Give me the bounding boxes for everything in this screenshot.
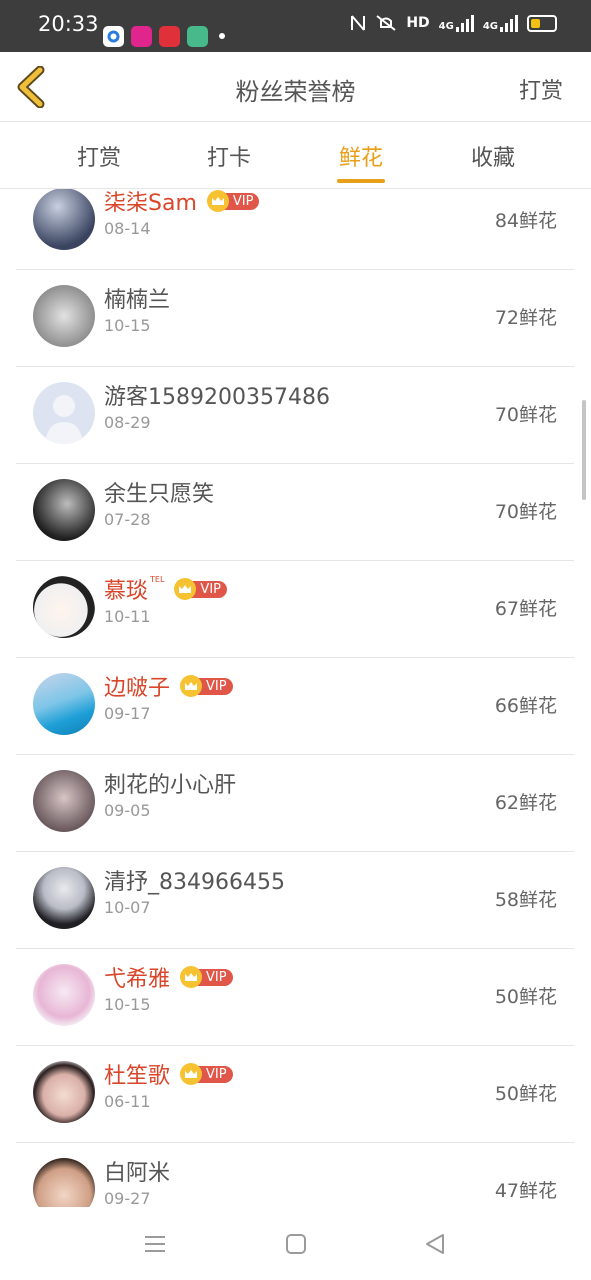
user-name: 余生只愿笑 [104,482,215,507]
user-name: 柒柒Sam VIP [104,189,260,217]
user-date: 07-28 [104,510,151,529]
avatar [33,479,95,541]
crown-icon [180,675,203,697]
list-item[interactable]: 刺花的小心肝 09-05 62鲜花 [16,754,574,852]
avatar [33,576,95,638]
user-name: 边啵子 VIP [104,670,233,702]
user-date: 10-15 [104,995,151,1014]
tab-checkin[interactable]: 打卡 [169,140,289,172]
flower-count: 72鲜花 [494,307,557,329]
status-bar: 20:33 HD 4G 4G [0,0,591,52]
list-item[interactable]: 白阿米 09-27 47鲜花 [16,1142,574,1207]
video-app-icon [131,26,152,47]
flower-count: 62鲜花 [494,792,557,814]
browser-app-icon [103,26,124,47]
avatar [33,189,95,250]
flower-count: 50鲜花 [494,986,557,1008]
user-name: 楠楠兰 [104,288,171,313]
signal-icon [500,14,518,32]
home-icon[interactable] [283,1231,309,1257]
hd-label: HD [406,15,430,31]
status-indicators: HD 4G 4G [350,14,557,32]
menu-icon[interactable] [142,1231,168,1257]
app-header: 粉丝荣誉榜 打赏 [0,52,591,122]
avatar [33,964,95,1026]
user-name: 弋希雅 VIP [104,961,233,993]
avatar [33,285,95,347]
list-item[interactable]: 游客1589200357486 08-29 70鲜花 [16,366,574,464]
signal-icon [455,14,474,32]
vip-badge: VIP [180,675,233,697]
user-date: 08-14 [104,219,151,238]
list-item[interactable]: 边啵子 VIP 09-17 66鲜花 [16,657,574,755]
list-item[interactable]: 弋希雅 VIP 10-15 50鲜花 [16,948,574,1046]
user-date: 09-17 [104,704,151,723]
avatar [33,1158,95,1207]
notification-icons [103,26,225,47]
flower-count: 50鲜花 [494,1083,557,1105]
list-item[interactable]: 慕琰 TEL VIP 10-11 67鲜花 [16,560,574,658]
user-name: 清抒_834966455 [104,870,285,895]
flower-count: 70鲜花 [494,404,557,426]
user-name: 刺花的小心肝 [104,773,237,798]
sim1-label: 4G [438,20,454,32]
user-date: 09-27 [104,1189,151,1207]
flower-count: 58鲜花 [494,889,557,911]
avatar [33,867,95,929]
active-tab-indicator [337,179,385,183]
avatar [33,673,95,735]
vip-badge: VIP [174,578,227,600]
flower-count: 66鲜花 [494,695,557,717]
reward-button[interactable]: 打赏 [519,73,563,105]
crown-icon [180,966,203,988]
tab-flowers[interactable]: 鲜花 [301,140,421,172]
sim2-label: 4G [482,20,498,32]
status-time: 20:33 [38,12,99,36]
flower-count: 84鲜花 [494,210,557,232]
default-avatar-icon [33,382,95,444]
vip-badge: VIP [206,190,260,212]
user-name: 杜笙歌 VIP [104,1058,233,1090]
vip-badge: VIP [180,966,233,988]
avatar [33,1061,95,1123]
user-name: 白阿米 [104,1161,171,1186]
nfc-icon [351,15,366,31]
scrollbar[interactable] [582,400,586,500]
tab-favorites[interactable]: 收藏 [433,140,553,172]
vip-badge: VIP [180,1063,233,1085]
user-name: 慕琰 TEL VIP [104,573,227,605]
list-item[interactable]: 杜笙歌 VIP 06-11 50鲜花 [16,1045,574,1143]
flower-count: 47鲜花 [494,1180,557,1202]
tab-reward[interactable]: 打赏 [39,140,159,172]
list-item[interactable]: 柒柒Sam VIP 08-14 84鲜花 [16,189,574,270]
reader-app-icon [187,26,208,47]
list-item[interactable]: 清抒_834966455 10-07 58鲜花 [16,851,574,949]
user-date: 10-11 [104,607,151,626]
crown-icon [180,1063,203,1085]
fan-ranking-list: 柒柒Sam VIP 08-14 84鲜花 楠楠兰 10-15 72鲜花 游客15… [0,189,591,1207]
user-date: 10-07 [104,898,151,917]
user-name: 游客1589200357486 [104,385,330,410]
page-title: 粉丝荣誉榜 [235,78,356,106]
back-triangle-icon[interactable] [422,1231,448,1257]
user-date: 10-15 [104,316,151,335]
shopping-app-icon [159,26,180,47]
tab-bar: 打赏 打卡 鲜花 收藏 [0,122,591,189]
user-date: 06-11 [104,1092,151,1111]
list-item[interactable]: 楠楠兰 10-15 72鲜花 [16,269,574,367]
flower-count: 67鲜花 [494,598,557,620]
system-nav-bar [0,1207,591,1280]
name-superscript: TEL [150,575,165,584]
user-date: 09-05 [104,801,151,820]
list-item[interactable]: 余生只愿笑 07-28 70鲜花 [16,463,574,561]
battery-icon [527,14,557,32]
mute-icon [376,15,396,31]
more-notifications-icon [219,33,225,39]
avatar [33,770,95,832]
flower-count: 70鲜花 [494,501,557,523]
user-date: 08-29 [104,413,151,432]
crown-icon [206,190,229,212]
